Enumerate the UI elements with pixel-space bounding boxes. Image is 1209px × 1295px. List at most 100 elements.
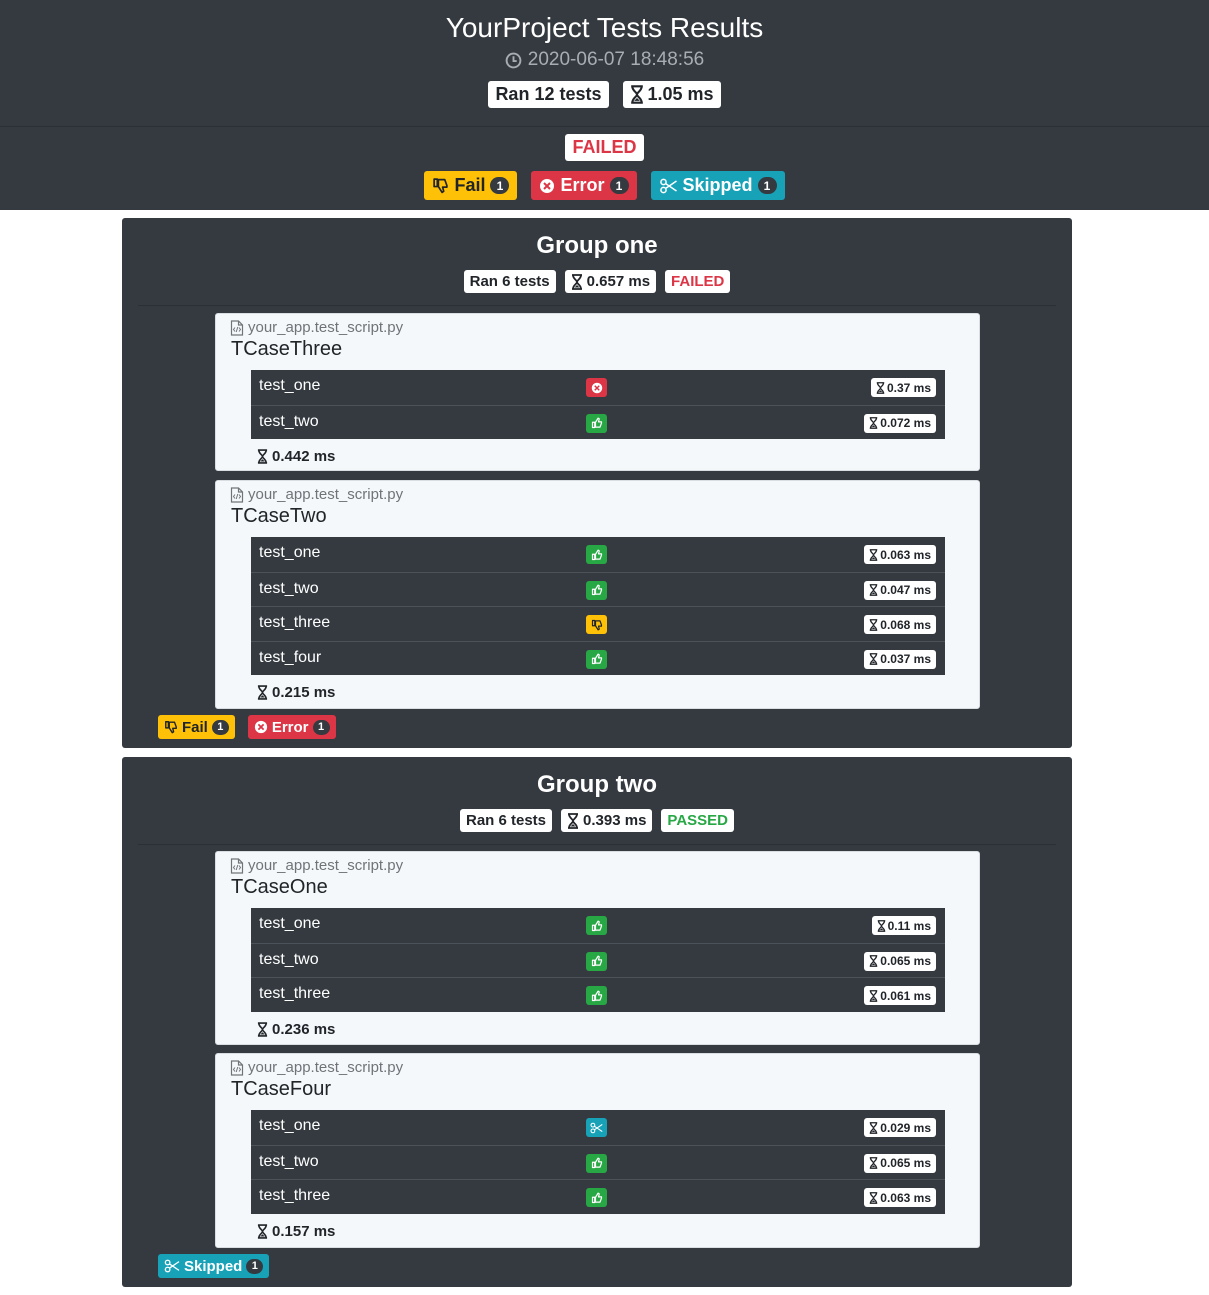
skipped-count-badge[interactable]: Skipped 1 (650, 171, 785, 200)
test-duration-badge: 0.029 ms (864, 1118, 936, 1137)
group-status-badge: FAILED (665, 270, 731, 293)
file-code-icon (230, 858, 244, 874)
total-duration-badge: 1.05 ms (622, 81, 721, 108)
fail-label: Fail (182, 718, 208, 736)
test-duration-badge: 0.065 ms (864, 1153, 936, 1173)
error-status-icon (586, 378, 607, 397)
case-name: TCaseThree (231, 338, 343, 360)
run-timestamp: 2020-06-07 18:48:56 (0, 48, 1209, 72)
fail-count-badge[interactable]: Fail 1 (424, 171, 518, 200)
error-label: Error (271, 718, 309, 736)
thumbs-up-icon (586, 413, 607, 433)
case-file-path: your_app.test_script.py (230, 1059, 403, 1076)
group-ran-badge: Ran 6 tests (459, 809, 553, 832)
group-counts: Skipped 1 (158, 1254, 270, 1278)
skipped-count: 1 (246, 1258, 264, 1274)
group-one: Group one Ran 6 tests 0.657 ms FAILED yo… (122, 218, 1072, 748)
file-name: your_app.test_script.py (248, 1059, 404, 1076)
file-code-icon (230, 1060, 244, 1076)
test-duration-badge: 0.11 ms (871, 916, 936, 935)
group-two: Group two Ran 6 tests 0.393 ms PASSED yo… (122, 757, 1072, 1287)
test-row[interactable]: test_two 0.065 ms (251, 1144, 945, 1180)
error-count: 1 (312, 719, 330, 735)
fail-count: 1 (490, 177, 510, 194)
test-case-card: your_app.test_script.py TCaseOne test_on… (215, 851, 980, 1045)
file-name: your_app.test_script.py (248, 857, 404, 874)
test-duration-badge: 0.063 ms (864, 1188, 936, 1207)
test-row[interactable]: test_four 0.037 ms (251, 640, 945, 676)
test-row[interactable]: test_three 0.068 ms (251, 606, 945, 641)
thumbs-up-icon (586, 986, 607, 1005)
test-row[interactable]: test_two 0.065 ms (251, 942, 945, 978)
group-header: Group two Ran 6 tests 0.393 ms PASSED (138, 757, 1056, 845)
thumbs-up-icon (586, 1188, 607, 1207)
test-row[interactable]: test_one 0.063 ms (251, 537, 945, 572)
test-duration-badge: 0.061 ms (864, 986, 936, 1005)
times-circle-icon (254, 720, 268, 734)
test-duration-badge: 0.065 ms (864, 951, 936, 971)
test-case-card: your_app.test_script.py TCaseFour test_o… (215, 1053, 980, 1248)
test-duration-badge: 0.068 ms (864, 615, 936, 634)
case-file-path: your_app.test_script.py (230, 319, 403, 336)
thumbs-up-icon (586, 545, 607, 564)
file-code-icon (230, 487, 244, 503)
duration-text: 1.05 ms (647, 84, 714, 104)
test-row[interactable]: test_one 0.11 ms (251, 908, 945, 943)
hourglass-icon (257, 685, 268, 700)
thumbs-up-icon (586, 649, 607, 669)
test-row[interactable]: test_two 0.047 ms (251, 571, 945, 607)
test-duration-badge: 0.37 ms (870, 378, 936, 397)
group-duration-badge: 0.393 ms (561, 809, 653, 832)
hourglass-icon (257, 1224, 268, 1239)
error-count-badge[interactable]: Error 1 (247, 715, 336, 739)
clock-icon (505, 52, 522, 69)
scissors-icon (164, 1259, 180, 1273)
test-name: test_four (259, 648, 322, 666)
test-table: test_one 0.063 ms test_two 0.047 ms test… (251, 537, 945, 675)
error-count-badge[interactable]: Error 1 (531, 171, 637, 200)
test-row[interactable]: test_three 0.063 ms (251, 1179, 945, 1214)
test-name: test_two (259, 579, 319, 597)
error-label: Error (560, 175, 605, 195)
group-ran-badge: Ran 6 tests (463, 270, 556, 293)
hourglass-icon (571, 274, 583, 290)
thumbs-up-icon (586, 1153, 607, 1173)
hourglass-icon (630, 85, 644, 104)
case-total-duration: 0.442 ms (257, 448, 335, 465)
file-name: your_app.test_script.py (248, 319, 404, 336)
duration-text: 0.393 ms (583, 812, 647, 829)
test-row[interactable]: test_one 0.029 ms (251, 1110, 945, 1145)
duration-text: 0.657 ms (586, 273, 651, 290)
group-title: Group two (537, 771, 657, 798)
case-name: TCaseOne (231, 876, 328, 898)
header-summary: YourProject Tests Results 2020-06-07 18:… (0, 0, 1209, 127)
skipped-count-badge[interactable]: Skipped 1 (158, 1254, 270, 1278)
test-case-card: your_app.test_script.py TCaseTwo test_on… (215, 480, 980, 709)
test-row[interactable]: test_three 0.061 ms (251, 977, 945, 1012)
fail-count-badge[interactable]: Fail 1 (158, 715, 235, 739)
skipped-count: 1 (757, 177, 777, 194)
test-duration-badge: 0.072 ms (864, 413, 936, 433)
test-name: test_one (259, 377, 321, 394)
group-header: Group one Ran 6 tests 0.657 ms FAILED (138, 218, 1056, 306)
test-name: test_three (259, 1187, 331, 1204)
timestamp-text: 2020-06-07 18:48:56 (527, 49, 705, 70)
case-file-path: your_app.test_script.py (230, 857, 403, 874)
test-name: test_one (259, 915, 321, 932)
case-name: TCaseTwo (231, 505, 327, 527)
test-name: test_two (259, 1152, 319, 1170)
skipped-label: Skipped (184, 1257, 243, 1275)
test-row[interactable]: test_one 0.37 ms (251, 370, 945, 405)
overall-status-badge: FAILED (565, 134, 644, 161)
test-row[interactable]: test_two 0.072 ms (251, 404, 945, 440)
test-name: test_two (259, 950, 319, 968)
test-duration-badge: 0.063 ms (864, 545, 936, 564)
total-ran-badge: Ran 12 tests (488, 81, 609, 108)
skipped-label: Skipped (682, 175, 753, 195)
group-duration-badge: 0.657 ms (564, 270, 657, 293)
hourglass-icon (567, 813, 579, 829)
thumbs-down-icon (164, 720, 178, 734)
times-circle-icon (539, 178, 555, 194)
group-status-badge: PASSED (661, 809, 734, 832)
fail-label: Fail (454, 175, 486, 195)
